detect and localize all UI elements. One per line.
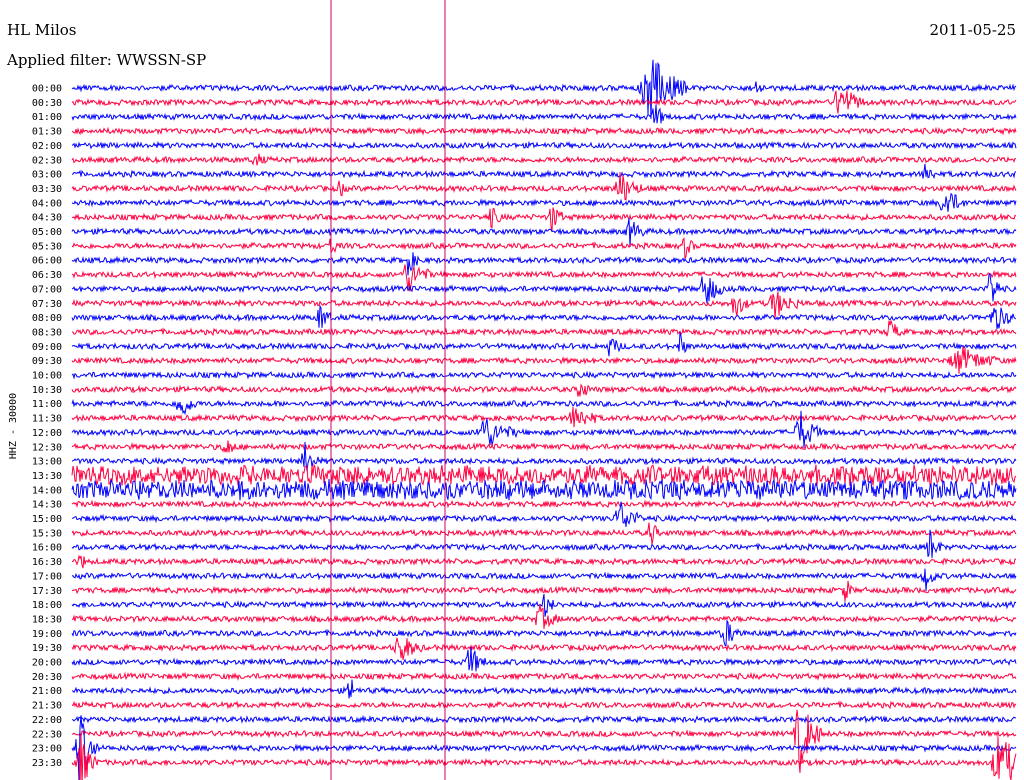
trace-row-1030	[71, 383, 1017, 397]
trace-row-1000	[71, 370, 1017, 380]
row-time-label: 20:00	[32, 658, 62, 669]
row-time-label: 23:30	[32, 758, 62, 769]
row-time-label: 00:00	[32, 84, 62, 95]
row-time-label: 18:30	[32, 614, 62, 625]
trace-row-0330	[71, 172, 1017, 201]
row-time-label: 17:00	[32, 571, 62, 582]
row-time-label: 15:30	[32, 528, 62, 539]
row-time-label: 23:00	[32, 744, 62, 755]
y-axis-label: HHZ - 30000	[8, 393, 19, 459]
trace-row-2130	[71, 700, 1017, 710]
row-time-label: 09:30	[32, 356, 62, 367]
row-time-label: 19:30	[32, 643, 62, 654]
row-time-label: 10:00	[32, 371, 62, 382]
tick-label-group: 00:00 00:30 01:00 01:30 02:00 02:30 03:00 03:30…	[32, 84, 62, 769]
row-time-label: 13:30	[32, 471, 62, 482]
row-time-label: 16:00	[32, 543, 62, 554]
trace-row-1200	[71, 410, 1017, 448]
row-time-label: 14:30	[32, 500, 62, 511]
trace-row-0700	[71, 273, 1017, 304]
trace-row-2100	[71, 679, 1017, 699]
row-time-label: 22:30	[32, 729, 62, 740]
trace-row-0100	[71, 104, 1017, 124]
row-time-label: 05:00	[32, 227, 62, 238]
row-time-label: 01:00	[32, 112, 62, 123]
trace-row-0130	[71, 126, 1017, 136]
row-time-label: 07:00	[32, 284, 62, 295]
trace-row-0530	[71, 237, 1017, 259]
trace-row-1100	[71, 398, 1017, 416]
seismogram-plot: 00:00 00:30 01:00 01:30 02:00 02:30 03:00 03:30…	[8, 0, 1017, 780]
trace-row-0900	[71, 332, 1017, 357]
row-time-label: 11:00	[32, 399, 62, 410]
trace-row-1630	[72, 554, 1017, 569]
row-time-label: 08:30	[32, 327, 62, 338]
trace-group	[71, 59, 1017, 780]
trace-row-0200	[71, 140, 1017, 151]
row-time-label: 21:30	[32, 701, 62, 712]
trace-row-1800	[71, 593, 1017, 617]
trace-row-0830	[71, 320, 1017, 337]
trace-row-1230	[71, 440, 1017, 453]
trace-row-2030	[71, 671, 1017, 682]
row-time-label: 03:30	[32, 184, 62, 195]
trace-row-0300	[72, 163, 1017, 180]
trace-row-1830	[71, 604, 1017, 629]
trace-row-0600	[71, 252, 1017, 276]
row-time-label: 07:30	[32, 299, 62, 310]
row-time-label: 21:00	[32, 686, 62, 697]
row-time-label: 22:00	[32, 715, 62, 726]
trace-row-0030	[71, 90, 1017, 114]
trace-row-0930	[71, 346, 1017, 374]
row-time-label: 05:30	[32, 241, 62, 252]
row-time-label: 09:00	[32, 342, 62, 353]
trace-row-1530	[71, 522, 1017, 545]
row-time-label: 02:00	[32, 141, 62, 152]
row-time-label: 03:00	[32, 170, 62, 181]
trace-row-0800	[71, 304, 1017, 330]
row-time-label: 08:00	[32, 313, 62, 324]
row-time-label: 04:30	[32, 213, 62, 224]
row-time-label: 13:00	[32, 457, 62, 468]
row-time-label: 04:00	[32, 198, 62, 209]
row-time-label: 15:00	[32, 514, 62, 525]
trace-row-1930	[71, 637, 1017, 660]
row-time-label: 10:30	[32, 385, 62, 396]
row-time-label: 02:30	[32, 155, 62, 166]
trace-row-1130	[71, 406, 1017, 428]
trace-row-0000	[71, 59, 1017, 120]
row-time-label: 01:30	[32, 127, 62, 138]
trace-row-2300	[71, 715, 1017, 780]
trace-row-0730	[71, 291, 1017, 320]
trace-row-0500	[71, 218, 1017, 248]
trace-row-2200	[71, 714, 1017, 725]
trace-row-2330	[71, 734, 1017, 780]
row-time-label: 18:00	[32, 600, 62, 611]
row-time-label: 11:30	[32, 414, 62, 425]
row-time-label: 17:30	[32, 586, 62, 597]
row-time-label: 20:30	[32, 672, 62, 683]
trace-row-0430	[71, 207, 1017, 233]
row-time-label: 06:30	[32, 270, 62, 281]
row-time-label: 16:30	[32, 557, 62, 568]
row-time-label: 14:00	[32, 485, 62, 496]
row-time-label: 12:30	[32, 442, 62, 453]
trace-row-0400	[71, 192, 1017, 212]
row-time-label: 12:00	[32, 428, 62, 439]
trace-row-1400	[71, 478, 1017, 501]
row-time-label: 00:30	[32, 98, 62, 109]
row-time-label: 06:00	[32, 256, 62, 267]
trace-row-1430	[71, 499, 1017, 509]
row-time-label: 19:00	[32, 629, 62, 640]
trace-row-0230	[71, 153, 1017, 166]
